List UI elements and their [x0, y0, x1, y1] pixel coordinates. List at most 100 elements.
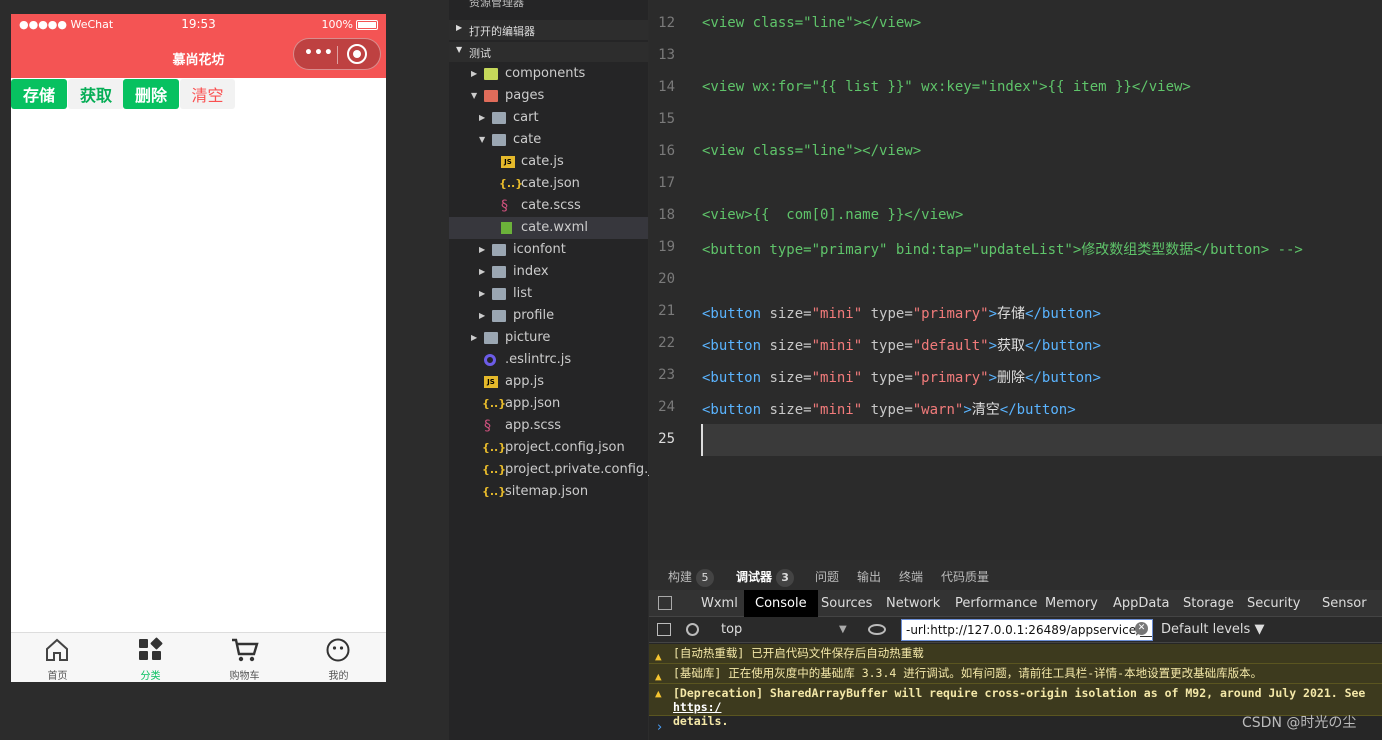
folder-icon: [492, 112, 506, 124]
tab-sensor[interactable]: Sensor: [1322, 590, 1367, 617]
tree-item-list[interactable]: ▶ list: [449, 283, 648, 305]
code-line: <button size="mini" type="primary">存储</b…: [702, 306, 1101, 322]
chevron-right-icon: ▶: [471, 69, 478, 78]
tree-item-pages[interactable]: ▼ pages: [449, 85, 648, 107]
tab-output[interactable]: 输出: [857, 568, 881, 585]
json-file-icon: {..}: [482, 397, 507, 410]
tab-storage[interactable]: Storage: [1183, 590, 1234, 617]
chevron-right-icon: ▶: [479, 289, 486, 298]
tree-item-sitemap[interactable]: {..} sitemap.json: [449, 481, 648, 503]
section-label: 测试: [469, 47, 491, 60]
tab-performance[interactable]: Performance: [955, 590, 1037, 617]
code-line: <button type="primary" bind:tap="updateL…: [702, 242, 1303, 258]
tree-item-cate-scss[interactable]: § cate.scss: [449, 195, 648, 217]
inspect-icon[interactable]: [658, 596, 672, 610]
clear-console-icon[interactable]: [686, 623, 699, 636]
clear-button[interactable]: 清空: [180, 79, 235, 109]
tree-item-label: cate.wxml: [521, 220, 588, 235]
tab-debugger[interactable]: 调试器 3: [736, 568, 795, 587]
tree-item-label: app.scss: [505, 418, 562, 433]
tab-network[interactable]: Network: [886, 590, 940, 617]
delete-button[interactable]: 删除: [123, 79, 179, 109]
line-number: 16: [658, 143, 675, 159]
tree-item-label: components: [505, 66, 586, 81]
category-icon: [139, 637, 163, 660]
store-button[interactable]: 存储: [11, 79, 67, 109]
code-editor[interactable]: 12 <view class="line"></view> 13 14 <vie…: [649, 0, 1382, 560]
scss-file-icon: §: [484, 418, 491, 434]
console-message-cont: details.: [673, 714, 729, 728]
tree-item-index[interactable]: ▶ index: [449, 261, 648, 283]
folder-open-icon: [484, 90, 498, 102]
section-label: 打开的编辑器: [469, 25, 535, 38]
tree-item-cart[interactable]: ▶ cart: [449, 107, 648, 129]
tab-security[interactable]: Security: [1247, 590, 1300, 617]
chevron-right-icon: ▶: [479, 245, 486, 254]
clear-filter-icon[interactable]: ✕: [1135, 622, 1148, 635]
tree-item-profile[interactable]: ▶ profile: [449, 305, 648, 327]
sidebar-toggle-icon[interactable]: [657, 623, 671, 636]
tab-appdata[interactable]: AppData: [1113, 590, 1169, 617]
tab-wxml[interactable]: Wxml: [701, 590, 738, 617]
open-editors-section[interactable]: ▶ 打开的编辑器: [449, 20, 648, 40]
tree-item-label: project.config.json: [505, 440, 625, 455]
line-number: 15: [658, 111, 675, 127]
more-icon[interactable]: •••: [304, 45, 334, 61]
tree-item-label: list: [513, 286, 533, 301]
tab-problems[interactable]: 问题: [815, 568, 839, 585]
tab-terminal[interactable]: 终端: [899, 568, 923, 585]
tree-item-components[interactable]: ▶ components: [449, 63, 648, 85]
tree-item-app-scss[interactable]: § app.scss: [449, 415, 648, 437]
tree-item-cate-wxml[interactable]: cate.wxml: [449, 217, 648, 239]
log-levels-select[interactable]: Default levels ▼: [1161, 620, 1264, 640]
tab-profile[interactable]: 我的: [292, 633, 385, 682]
tree-item-label: index: [513, 264, 549, 279]
console-warning: ▲ [基础库] 正在使用灰度中的基础库 3.3.4 进行调试。如有问题，请前往工…: [649, 664, 1382, 684]
more-icon[interactable]: ···: [617, 0, 629, 7]
console-link[interactable]: https:/: [673, 700, 721, 714]
tree-item-picture[interactable]: ▶ picture: [449, 327, 648, 349]
tab-console[interactable]: Console: [744, 590, 818, 617]
tree-item-project-config[interactable]: {..} project.config.json: [449, 437, 648, 459]
tree-item-cate[interactable]: ▼ cate: [449, 129, 648, 151]
filter-input[interactable]: -url:http://127.0.0.1:26489/appservice/_…: [901, 619, 1153, 641]
context-select[interactable]: top: [711, 620, 851, 640]
line-number: 21: [658, 303, 675, 319]
tab-label: 分类: [140, 671, 161, 682]
tree-item-app-js[interactable]: JS app.js: [449, 371, 648, 393]
close-miniprogram-icon[interactable]: [347, 44, 367, 64]
eye-icon[interactable]: [868, 624, 886, 635]
tree-item-project-private-config[interactable]: {..} project.private.config.js...: [449, 459, 671, 481]
count-badge: 3: [776, 569, 795, 587]
code-line: <button size="mini" type="warn">清空</butt…: [702, 402, 1076, 418]
chevron-down-icon: ▼: [456, 45, 463, 54]
tree-item-cate-json[interactable]: {..} cate.json: [449, 173, 648, 195]
folder-open-icon: [492, 134, 506, 146]
line-number: 24: [658, 399, 675, 415]
chevron-right-icon: ▶: [479, 267, 486, 276]
tree-item-app-json[interactable]: {..} app.json: [449, 393, 648, 415]
project-section[interactable]: ▼ 测试: [449, 42, 648, 62]
tab-sources[interactable]: Sources: [821, 590, 872, 617]
get-button[interactable]: 获取: [68, 79, 124, 109]
tree-item-label: cate.js: [521, 154, 564, 169]
chevron-down-icon: ▼: [839, 624, 847, 635]
console-prompt[interactable]: ›: [657, 720, 662, 735]
line-number: 22: [658, 335, 675, 351]
profile-icon: [326, 638, 350, 662]
tab-home[interactable]: 首页: [11, 633, 104, 682]
tab-category[interactable]: 分类: [104, 633, 197, 682]
tab-memory[interactable]: Memory: [1045, 590, 1098, 617]
explorer-title: 资源管理器: [469, 0, 524, 9]
tree-item-label: cate.scss: [521, 198, 581, 213]
tab-cart[interactable]: 购物车: [198, 633, 291, 682]
tab-build[interactable]: 构建 5: [668, 568, 715, 587]
tree-item-iconfont[interactable]: ▶ iconfont: [449, 239, 648, 261]
tab-code-quality[interactable]: 代码质量: [941, 568, 989, 585]
js-file-icon: JS: [484, 376, 498, 388]
line-number: 14: [658, 79, 675, 95]
simulator-phone: ●●●●● WeChat 19:53 100% 慕尚花坊 ••• 存储 获取 删…: [11, 14, 386, 682]
tree-item-label: sitemap.json: [505, 484, 589, 499]
tree-item-cate-js[interactable]: JS cate.js: [449, 151, 648, 173]
tree-item-eslintrc[interactable]: .eslintrc.js: [449, 349, 648, 371]
